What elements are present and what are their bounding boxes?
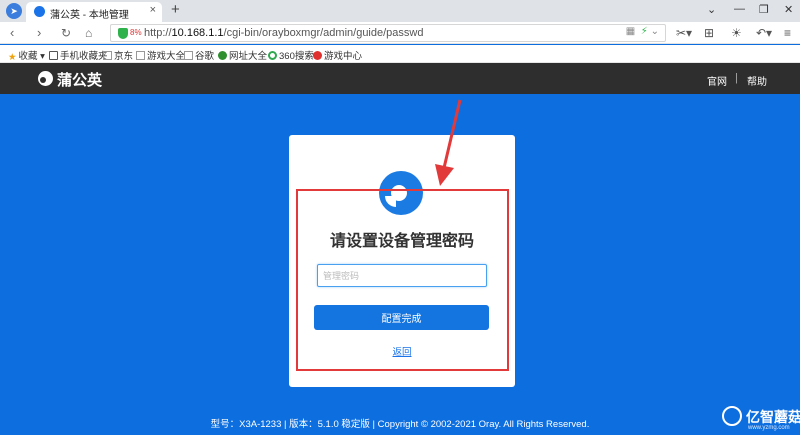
annotation-arrow-icon [435, 99, 462, 186]
bookmark-jd[interactable]: 京东 [103, 48, 133, 62]
menu-icon[interactable]: ≡ [784, 26, 791, 40]
highlight-annotation-box [296, 189, 509, 371]
bookmark-game-center[interactable]: 游戏中心 [313, 48, 362, 62]
watermark-logo-icon [722, 406, 742, 426]
undo-icon[interactable]: ↶▾ [756, 26, 772, 40]
tab-list-icon[interactable]: ⌄ [707, 3, 716, 16]
scissors-icon[interactable]: ✂▾ [676, 26, 692, 40]
tab-title: 蒲公英 - 本地管理 [50, 10, 129, 21]
address-bar-row: ‹ › ↻ ⌂ 8% http://10.168.1.1/cgi-bin/ora… [0, 22, 800, 44]
footer-info: 型号：X3A-1233 | 版本：5.1.0 稳定版 | Copyright ©… [210, 419, 590, 430]
brand-name[interactable]: 蒲公英 [57, 69, 102, 90]
close-window-button[interactable]: ✕ [784, 3, 793, 16]
bookmarks-bar: ★ 收藏 ▾ 手机收藏夹 京东 游戏大全 谷歌 网址大全 360搜索 游戏中心 [0, 45, 800, 63]
site-header: 蒲公英 官网 | 帮助 [0, 63, 800, 94]
folder-icon [49, 51, 58, 60]
official-site-link[interactable]: 官网 [707, 73, 727, 88]
browser-nav-icon[interactable]: ➤ [6, 3, 22, 19]
bookmark-google[interactable]: 谷歌 [184, 48, 214, 62]
tab-close-icon[interactable]: × [150, 4, 156, 16]
bookmark-directory[interactable]: 网址大全 [218, 48, 267, 62]
page-icon [103, 51, 112, 60]
new-tab-button[interactable]: + [171, 1, 180, 18]
globe-icon [218, 51, 227, 60]
brightness-icon[interactable]: ☀ [731, 26, 742, 40]
refresh-icon[interactable]: ↻ [61, 25, 71, 41]
url-text: http://10.168.1.1/cgi-bin/orayboxmgr/adm… [144, 27, 424, 39]
security-shield-icon [118, 28, 128, 39]
help-link[interactable]: 帮助 [747, 73, 767, 88]
browser-tab[interactable]: 蒲公英 - 本地管理 × [26, 2, 162, 22]
bookmark-games[interactable]: 游戏大全 [136, 48, 185, 62]
page-icon [136, 51, 145, 60]
game-icon [313, 51, 322, 60]
minimize-button[interactable]: — [734, 3, 745, 15]
bookmark-favorites[interactable]: ★ 收藏 ▾ [8, 48, 45, 63]
brand-logo-icon [38, 71, 53, 86]
search-360-icon [268, 51, 277, 60]
bookmark-mobile[interactable]: 手机收藏夹 [49, 48, 108, 62]
page-icon [184, 51, 193, 60]
star-icon: ★ [8, 52, 17, 63]
back-arrow-icon[interactable]: ‹ [10, 25, 14, 41]
home-icon[interactable]: ⌂ [85, 25, 92, 41]
watermark-name: 亿智蘑菇 [746, 409, 800, 425]
header-separator: | [735, 72, 738, 84]
tab-favicon-icon [34, 6, 45, 17]
watermark-domain: www.yzmg.com [748, 425, 790, 431]
browser-tab-bar: ➤ 蒲公英 - 本地管理 × + ⌄ — ❐ ✕ [0, 0, 800, 22]
bookmark-360search[interactable]: 360搜索 [268, 48, 314, 62]
restore-button[interactable]: ❐ [759, 3, 769, 16]
url-bar-actions[interactable]: ▦ ⚡ ⌄ [626, 26, 659, 37]
grid-icon[interactable]: ⊞ [704, 26, 714, 40]
url-bar[interactable]: 8% http://10.168.1.1/cgi-bin/orayboxmgr/… [110, 24, 666, 42]
forward-arrow-icon[interactable]: › [37, 25, 41, 41]
security-badge: 8% [130, 28, 142, 37]
